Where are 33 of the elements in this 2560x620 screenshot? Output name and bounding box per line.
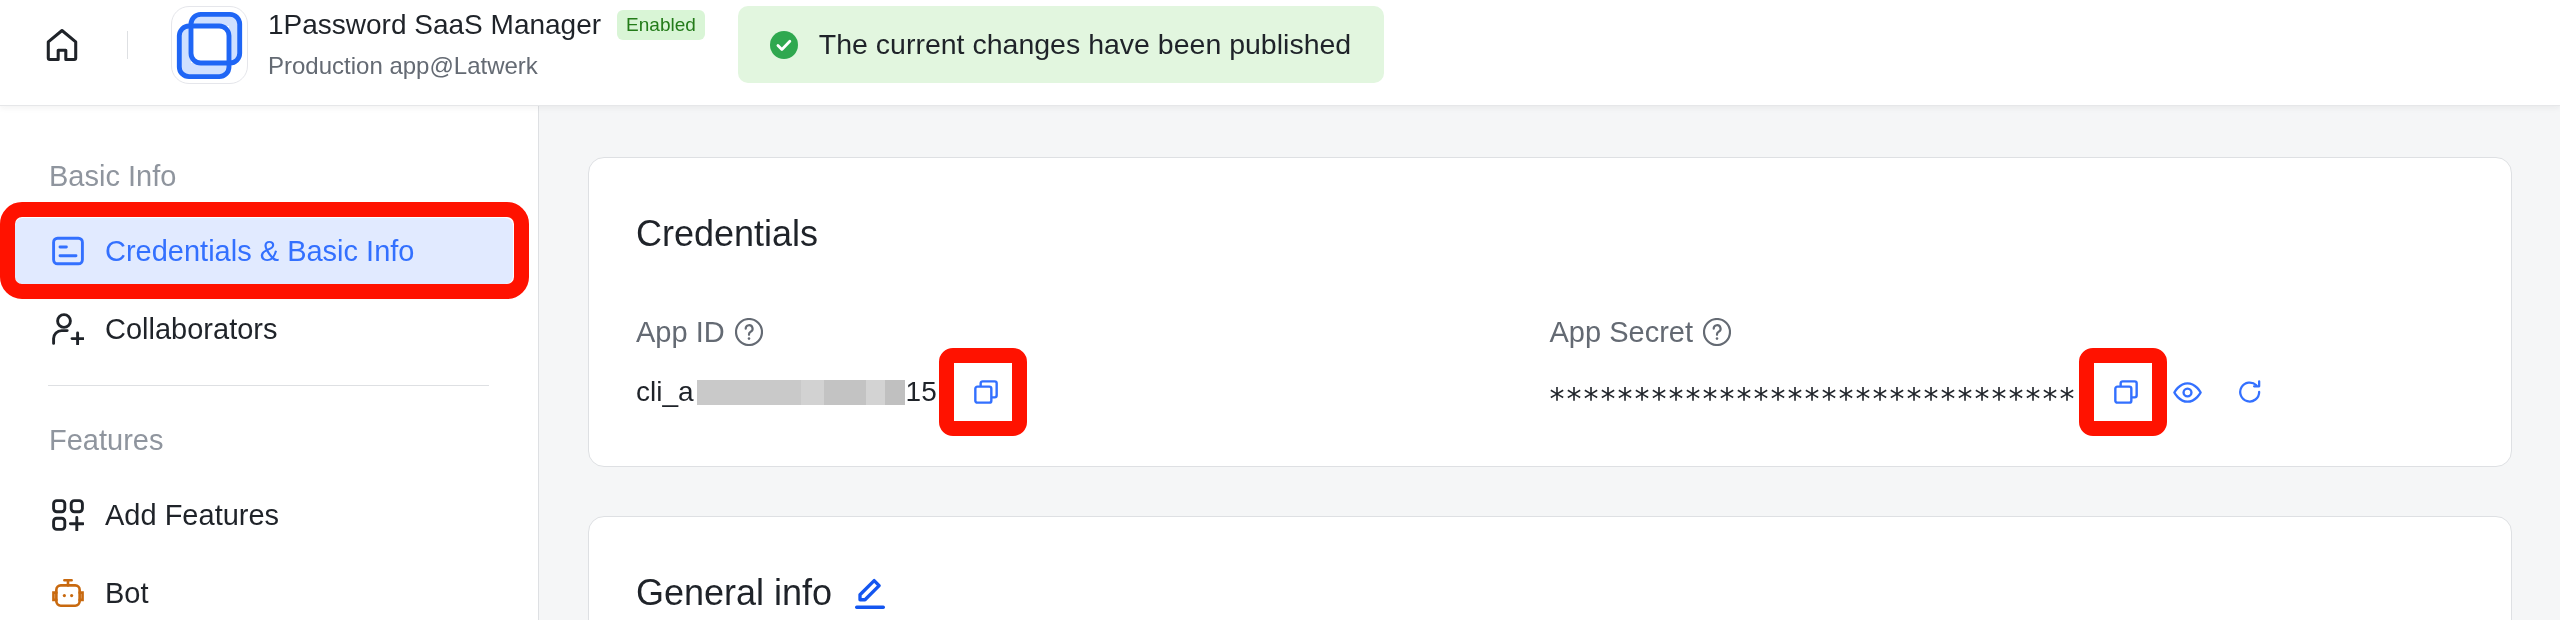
pencil-icon <box>855 577 886 609</box>
field-value: ******************************* <box>1549 384 2077 414</box>
field-value: 15 <box>905 376 937 408</box>
copy-icon <box>973 380 998 404</box>
field-label: App ID <box>636 315 725 349</box>
app-logo-icon <box>171 5 248 84</box>
edit-button[interactable] <box>854 577 887 609</box>
user-plus-icon <box>52 313 84 345</box>
home-button[interactable] <box>46 28 78 61</box>
help-icon[interactable] <box>1703 318 1731 346</box>
sidebar-item[interactable]: Add Features <box>15 482 513 548</box>
card-icon <box>52 235 84 267</box>
check-circle-icon <box>769 30 798 59</box>
toast-message: The current changes have been published <box>818 28 1352 61</box>
field-value: cli_a <box>636 376 694 408</box>
sidebar-item[interactable]: Credentials & Basic Info <box>15 218 513 284</box>
status-badge: Enabled <box>617 10 705 40</box>
grid-plus-icon <box>52 499 84 531</box>
sidebar-item[interactable]: Collaborators <box>15 296 513 362</box>
robot-icon <box>52 577 84 609</box>
section-label: Basic Info <box>48 160 178 192</box>
home-icon <box>46 28 78 61</box>
sidebar-item[interactable]: Bot <box>15 560 513 620</box>
section-label: Features <box>48 424 165 456</box>
app-subtitle: Production app@Latwerk <box>268 51 539 81</box>
copy-icon <box>2113 380 2138 404</box>
card-title: Credentials <box>636 214 820 254</box>
field-label: App Secret <box>1549 315 1693 349</box>
help-icon[interactable] <box>734 318 763 346</box>
card-title: General info <box>636 573 833 613</box>
eye-icon <box>2173 381 2202 403</box>
app-name: 1Password SaaS Manager <box>268 8 602 42</box>
refresh-icon <box>2237 380 2262 404</box>
